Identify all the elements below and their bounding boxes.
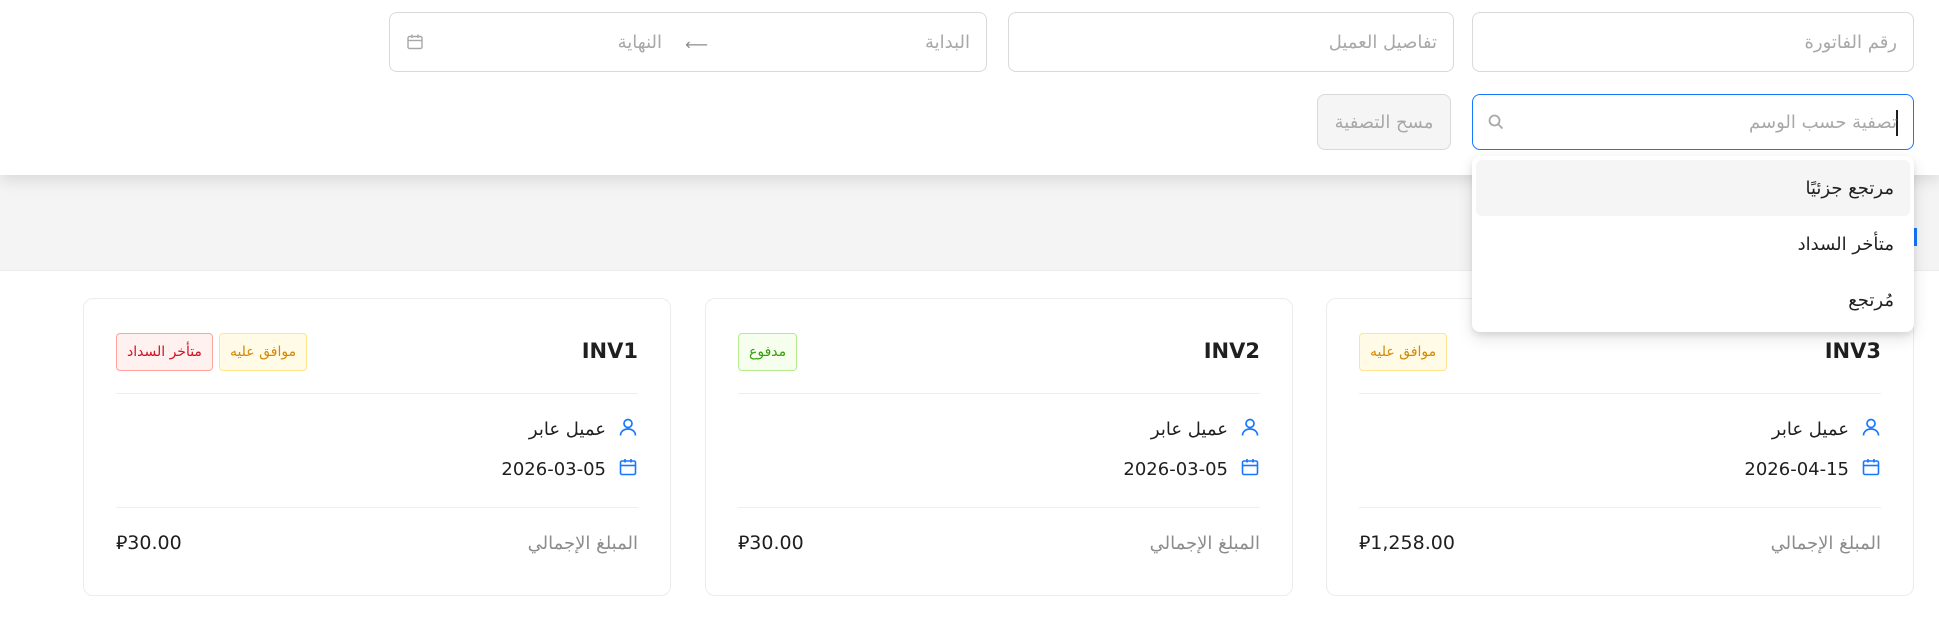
total-amount: ⃁1,258.00 — [1359, 532, 1455, 554]
active-tab-indicator — [1914, 228, 1917, 246]
invoice-card[interactable]: INV3 موافق عليه عميل عابر 2026-04-15 الم… — [1326, 298, 1914, 596]
invoice-date: 2026-04-15 — [1744, 459, 1849, 480]
tag-filter-placeholder: تصفية حسب الوسم — [1749, 111, 1897, 133]
invoice-code: INV1 — [581, 339, 638, 363]
status-badge: مدفوع — [738, 333, 798, 371]
currency-icon: ⃁ — [1359, 532, 1371, 554]
date-end-input[interactable]: النهاية — [618, 13, 662, 71]
calendar-icon — [618, 457, 638, 482]
tag-option-overdue[interactable]: متأخر السداد — [1476, 216, 1910, 272]
total-amount: ⃁30.00 — [738, 532, 804, 554]
filter-panel: رقم الفاتورة تفاصيل العميل البداية ⟵ الن… — [0, 0, 1939, 175]
tag-option-returned[interactable]: مُرتجع — [1476, 272, 1910, 328]
currency-icon: ⃁ — [116, 532, 128, 554]
calendar-icon — [406, 33, 424, 55]
user-icon — [1240, 417, 1260, 442]
arrow-left-icon: ⟵ — [685, 35, 708, 54]
currency-icon: ⃁ — [738, 532, 750, 554]
calendar-icon — [1240, 457, 1260, 482]
divider — [738, 507, 1260, 508]
invoice-number-input[interactable]: رقم الفاتورة — [1472, 12, 1914, 72]
invoice-date: 2026-03-05 — [1123, 459, 1228, 480]
divider — [1359, 507, 1881, 508]
status-badge: موافق عليه — [1359, 333, 1448, 371]
customer-name: عميل عابر — [528, 419, 606, 440]
invoice-code: INV2 — [1203, 339, 1260, 363]
tag-dropdown-menu: مرتجع جزئيًا متأخر السداد مُرتجع — [1472, 156, 1914, 332]
user-icon — [618, 417, 638, 442]
total-label: المبلغ الإجمالي — [527, 533, 638, 554]
invoice-date: 2026-03-05 — [501, 459, 606, 480]
invoice-card[interactable]: INV2 مدفوع عميل عابر 2026-03-05 المبلغ ا… — [705, 298, 1293, 596]
customer-details-input[interactable]: تفاصيل العميل — [1008, 12, 1454, 72]
tag-filter-select[interactable]: تصفية حسب الوسم — [1472, 94, 1914, 150]
date-start-input[interactable]: البداية — [925, 13, 970, 71]
search-icon — [1487, 113, 1505, 135]
invoice-number-placeholder: رقم الفاتورة — [1804, 31, 1897, 53]
customer-details-placeholder: تفاصيل العميل — [1328, 31, 1437, 53]
divider — [116, 393, 638, 394]
status-badge: متأخر السداد — [116, 333, 213, 371]
customer-name: عميل عابر — [1150, 419, 1228, 440]
clear-filters-button[interactable]: مسح التصفية — [1317, 94, 1451, 150]
divider — [738, 393, 1260, 394]
user-icon — [1861, 417, 1881, 442]
invoice-card[interactable]: INV1 موافق عليه متأخر السداد عميل عابر 2… — [83, 298, 671, 596]
tag-option-partially-returned[interactable]: مرتجع جزئيًا — [1476, 160, 1910, 216]
status-badge: موافق عليه — [218, 333, 308, 371]
divider — [1359, 393, 1881, 394]
total-amount: ⃁30.00 — [116, 532, 182, 554]
invoice-code: INV3 — [1824, 339, 1881, 363]
total-label: المبلغ الإجمالي — [1149, 533, 1260, 554]
date-range-picker[interactable]: البداية ⟵ النهاية — [389, 12, 987, 72]
calendar-icon — [1861, 457, 1881, 482]
customer-name: عميل عابر — [1771, 419, 1849, 440]
divider — [116, 507, 638, 508]
total-label: المبلغ الإجمالي — [1770, 533, 1881, 554]
